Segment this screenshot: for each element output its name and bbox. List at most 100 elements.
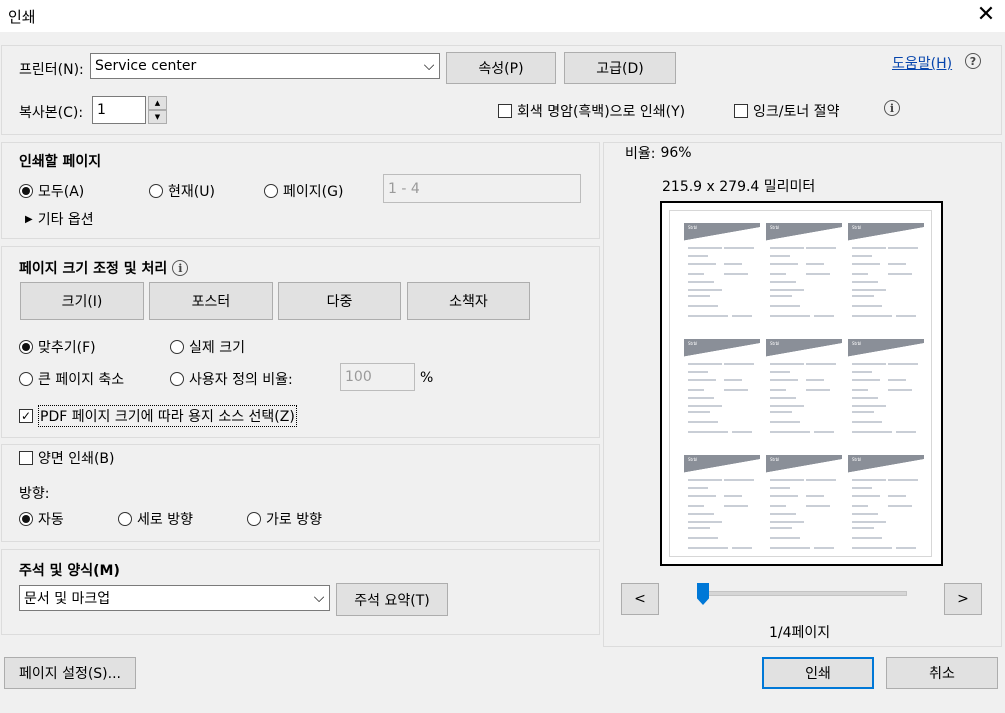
thumbnail-caption: Strbl	[852, 225, 862, 230]
properties-button[interactable]: 속성(P)	[446, 52, 556, 84]
thumbnail-text-line	[896, 547, 916, 549]
thumbnail-text-line	[896, 315, 916, 317]
next-page-button[interactable]: >	[944, 583, 982, 615]
actual-size-radio[interactable]	[170, 340, 184, 354]
copies-input[interactable]: 1	[92, 96, 146, 124]
save-ink-checkbox[interactable]	[734, 104, 748, 118]
page-thumbnail: Strbl	[684, 455, 760, 563]
thumbnail-text-line	[724, 247, 754, 249]
thumbnail-caption: Strbl	[770, 225, 780, 230]
orientation-portrait-radio[interactable]	[118, 512, 132, 526]
pages-current-radio[interactable]	[149, 184, 163, 198]
thumbnail-text-line	[732, 547, 752, 549]
orientation-landscape-option[interactable]: 가로 방향	[247, 509, 322, 529]
advanced-button[interactable]: 고급(D)	[564, 52, 676, 84]
printer-select-value: Service center	[95, 58, 197, 74]
thumbnail-text-line	[724, 263, 742, 265]
thumbnail-text-line	[770, 315, 810, 317]
tab-booklet[interactable]: 소책자	[407, 282, 530, 320]
spin-down-icon[interactable]: ▼	[148, 110, 167, 124]
copies-label: 복사본(C):	[19, 105, 84, 121]
thumbnail-text-line	[806, 379, 824, 381]
thumbnail-text-line	[688, 521, 722, 523]
custom-scale-option[interactable]: 사용자 정의 비율:	[170, 369, 293, 389]
thumbnail-text-line	[814, 431, 834, 433]
fit-radio[interactable]	[19, 340, 33, 354]
thumbnail-text-line	[852, 431, 892, 433]
tab-multiple[interactable]: 다중	[278, 282, 401, 320]
page-slider-track[interactable]	[700, 591, 907, 596]
custom-scale-input[interactable]: 100	[340, 363, 415, 391]
orientation-label: 방향:	[19, 486, 50, 502]
summarize-comments-button[interactable]: 주석 요약(T)	[336, 583, 448, 616]
close-icon[interactable]: ✕	[972, 2, 1000, 30]
print-button[interactable]: 인쇄	[762, 657, 874, 689]
thumbnail-caption: Strbl	[852, 457, 862, 462]
thumbnail-text-line	[770, 281, 796, 283]
page-setup-button[interactable]: 페이지 설정(S)...	[4, 657, 136, 689]
duplex-option[interactable]: 양면 인쇄(B)	[19, 448, 115, 468]
page-sizing-header: 페이지 크기 조정 및 처리 i	[19, 258, 189, 278]
thumbnail-header: Strbl	[766, 339, 842, 357]
thumbnail-text-line	[770, 263, 798, 265]
thumbnail-text-line	[814, 547, 834, 549]
scale-value: 96%	[660, 145, 692, 161]
thumbnail-text-line	[852, 305, 882, 307]
thumbnail-text-line	[732, 431, 752, 433]
paper-size: 215.9 x 279.4 밀리미터	[662, 179, 816, 195]
pages-current-option[interactable]: 현재(U)	[149, 181, 215, 201]
pages-range-option[interactable]: 페이지(G)	[264, 181, 343, 201]
grayscale-option[interactable]: 회색 명암(흑백)으로 인쇄(Y)	[498, 101, 685, 121]
thumbnail-text-line	[688, 379, 716, 381]
pages-range-radio[interactable]	[264, 184, 278, 198]
orientation-landscape-radio[interactable]	[247, 512, 261, 526]
choose-source-option[interactable]: ✓ PDF 페이지 크기에 따라 용지 소스 선택(Z)	[19, 405, 297, 427]
thumbnail-text-line	[852, 513, 878, 515]
cancel-button[interactable]: 취소	[886, 657, 998, 689]
spin-up-icon[interactable]: ▲	[148, 96, 167, 110]
thumbnail-text-line	[852, 521, 886, 523]
prev-page-button[interactable]: <	[621, 583, 659, 615]
orientation-auto-option[interactable]: 자동	[19, 509, 64, 529]
thumbnail-text-line	[770, 521, 804, 523]
thumbnail-text-line	[770, 547, 810, 549]
choose-source-label: PDF 페이지 크기에 따라 용지 소스 선택(Z)	[38, 405, 297, 427]
orientation-portrait-option[interactable]: 세로 방향	[118, 509, 193, 529]
tab-poster[interactable]: 포스터	[149, 282, 273, 320]
shrink-option[interactable]: 큰 페이지 축소	[19, 369, 124, 389]
thumbnail-text-line	[770, 431, 810, 433]
help-icon[interactable]: ?	[965, 53, 981, 69]
thumbnail-text-line	[732, 315, 752, 317]
thumbnail-text-line	[852, 405, 886, 407]
duplex-checkbox[interactable]	[19, 451, 33, 465]
info-icon[interactable]: i	[884, 100, 900, 116]
thumbnail-text-line	[688, 487, 708, 489]
choose-source-checkbox[interactable]: ✓	[19, 409, 33, 423]
pages-range-input[interactable]: 1 - 4	[383, 174, 581, 203]
thumbnail-text-line	[770, 379, 798, 381]
thumbnail-text-line	[806, 263, 824, 265]
thumbnail-text-line	[688, 295, 710, 297]
thumbnail-text-line	[852, 487, 872, 489]
more-options-toggle[interactable]: ▶ 기타 옵션	[25, 209, 94, 229]
pages-all-option[interactable]: 모두(A)	[19, 181, 84, 201]
thumbnail-header: Strbl	[848, 455, 924, 473]
thumbnail-text-line	[688, 371, 708, 373]
help-link[interactable]: 도움말(H)	[892, 53, 952, 73]
actual-size-option[interactable]: 실제 크기	[170, 337, 245, 357]
orientation-auto-radio[interactable]	[19, 512, 33, 526]
thumbnail-text-line	[888, 363, 918, 365]
pages-all-radio[interactable]	[19, 184, 33, 198]
save-ink-option[interactable]: 잉크/토너 절약	[734, 101, 839, 121]
thumbnail-header: Strbl	[684, 223, 760, 241]
tab-size[interactable]: 크기(I)	[20, 282, 144, 320]
printer-select[interactable]: Service center ⌵	[90, 53, 440, 79]
info-icon[interactable]: i	[172, 260, 189, 276]
page-thumbnail: Strbl	[766, 339, 842, 447]
thumbnail-text-line	[806, 495, 824, 497]
fit-option[interactable]: 맞추기(F)	[19, 337, 96, 357]
comments-select[interactable]: 문서 및 마크업 ⌵	[19, 585, 330, 611]
shrink-radio[interactable]	[19, 372, 33, 386]
grayscale-checkbox[interactable]	[498, 104, 512, 118]
custom-scale-radio[interactable]	[170, 372, 184, 386]
